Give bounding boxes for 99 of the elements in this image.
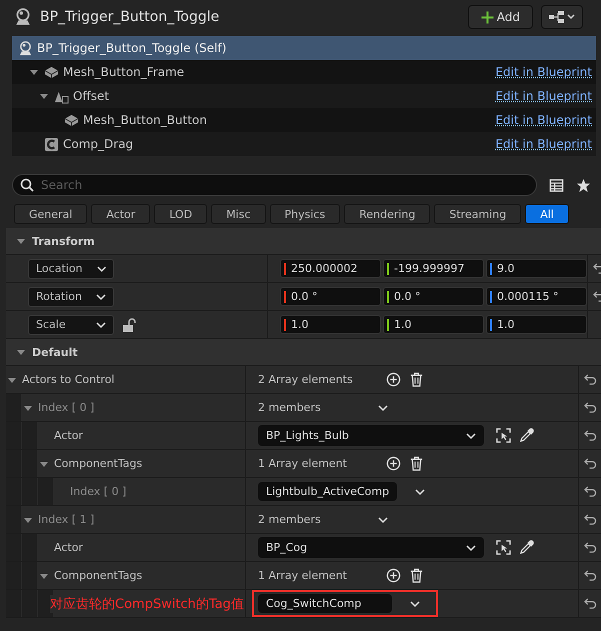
property-label: ComponentTags — [54, 569, 142, 582]
chevron-icon — [466, 432, 476, 440]
filter-tab[interactable]: Misc — [211, 204, 266, 224]
number-field[interactable]: 0.000115 ° — [486, 287, 587, 306]
lock-icon[interactable] — [122, 318, 136, 332]
edit-in-blueprint-link[interactable]: Edit in Blueprint — [495, 137, 592, 151]
section-header[interactable]: Default — [6, 339, 601, 366]
number-field[interactable]: -199.999997 — [383, 259, 484, 278]
search-field[interactable]: Search — [12, 174, 537, 196]
property-label: Index [ 0 ] — [70, 485, 126, 498]
chevron-icon[interactable] — [410, 600, 420, 608]
actor-picker[interactable]: BP_Lights_Bulb — [258, 425, 484, 446]
component-name: Comp_Drag — [63, 137, 134, 151]
filter-tab[interactable]: All — [525, 204, 569, 224]
reset-icon[interactable] — [584, 598, 596, 609]
chevron-icon[interactable] — [378, 404, 388, 412]
collapse-arrow-icon — [16, 347, 26, 357]
chevron-icon — [96, 292, 106, 300]
trash-icon[interactable] — [409, 372, 424, 387]
member-count: 2 members — [258, 401, 322, 414]
actor-picker[interactable]: BP_Cog — [258, 537, 484, 558]
add-element-icon[interactable] — [386, 372, 401, 387]
trash-icon[interactable] — [409, 568, 424, 583]
chevron-icon[interactable] — [378, 516, 388, 524]
number-field[interactable]: 1.0 — [280, 315, 381, 334]
eyedropper-icon[interactable] — [519, 540, 534, 555]
add-element-icon[interactable] — [386, 456, 401, 471]
cube-icon — [44, 64, 59, 80]
number-field[interactable]: 0.0 ° — [383, 287, 484, 306]
filter-tab[interactable]: General — [14, 204, 88, 224]
component-icon — [44, 136, 59, 152]
reset-icon[interactable] — [584, 374, 596, 385]
search-icon — [20, 178, 34, 192]
property-label: Actor — [54, 541, 83, 554]
edit-in-blueprint-link[interactable]: Edit in Blueprint — [495, 65, 592, 79]
blueprint-title: BP_Trigger_Button_Toggle — [40, 9, 220, 25]
cube-icon — [64, 112, 79, 128]
reset-icon[interactable] — [584, 570, 596, 581]
tag-field[interactable]: Cog_SwitchComp — [258, 594, 392, 613]
array-count: 1 Array element — [258, 569, 348, 582]
array-count: 1 Array element — [258, 457, 348, 470]
component-name: Mesh_Button_Frame — [63, 65, 184, 79]
chevron-icon — [466, 544, 476, 552]
expand-arrow-icon[interactable] — [39, 91, 49, 101]
reset-icon[interactable] — [584, 458, 596, 469]
star-icon[interactable] — [576, 178, 591, 192]
number-field[interactable]: 1.0 — [383, 315, 484, 334]
add-button[interactable]: Add — [468, 5, 533, 29]
edit-in-blueprint-link[interactable]: Edit in Blueprint — [495, 113, 592, 127]
plus-icon — [480, 10, 494, 24]
property-label: Index [ 1 ] — [38, 513, 94, 526]
property-label: Actors to Control — [22, 373, 114, 386]
reset-icon[interactable] — [584, 514, 596, 525]
edit-in-blueprint-link[interactable]: Edit in Blueprint — [495, 89, 592, 103]
filter-tab[interactable]: Streaming — [434, 204, 522, 224]
eyedropper-icon[interactable] — [519, 428, 534, 443]
select-in-viewport-icon[interactable] — [496, 428, 511, 443]
member-count: 2 members — [258, 513, 322, 526]
chevron-icon — [96, 264, 106, 272]
add-element-icon[interactable] — [386, 568, 401, 583]
number-field[interactable]: 250.000002 — [280, 259, 381, 278]
actor-icon — [18, 40, 33, 56]
transform-dropdown[interactable]: Rotation — [28, 286, 114, 306]
filter-tab[interactable]: Actor — [91, 204, 150, 224]
trash-icon[interactable] — [409, 456, 424, 471]
filter-tab[interactable]: Rendering — [344, 204, 430, 224]
component-name: Offset — [73, 89, 110, 103]
chevron-icon — [96, 320, 106, 328]
component-name: Mesh_Button_Button — [83, 113, 207, 127]
filter-tab[interactable]: Physics — [270, 204, 340, 224]
expand-arrow-icon[interactable] — [29, 67, 39, 77]
array-count: 2 Array elements — [258, 373, 354, 386]
tree-item[interactable]: BP_Trigger_Button_Toggle (Self) — [12, 36, 596, 60]
reset-icon[interactable] — [584, 486, 596, 497]
number-field[interactable]: 9.0 — [486, 259, 587, 278]
chevron-icon[interactable] — [415, 488, 426, 496]
tree-item[interactable]: Comp_Drag Edit in Blueprint — [12, 132, 596, 156]
number-field[interactable]: 0.0 ° — [280, 287, 381, 306]
component-name: BP_Trigger_Button_Toggle (Self) — [37, 41, 226, 55]
tag-field[interactable]: Lightbulb_ActiveComp — [258, 482, 398, 501]
annotation-note: 对应齿轮的CompSwitch的Tag值 — [50, 594, 244, 612]
collapse-arrow-icon — [16, 236, 26, 246]
section-header[interactable]: Transform — [6, 228, 601, 255]
tree-item[interactable]: Offset Edit in Blueprint — [12, 84, 596, 108]
transform-dropdown[interactable]: Location — [28, 258, 114, 278]
filter-tab[interactable]: LOD — [154, 204, 208, 224]
table-view-icon[interactable] — [549, 178, 564, 192]
actor-icon — [14, 8, 32, 26]
transform-dropdown[interactable]: Scale — [28, 314, 114, 334]
reset-icon[interactable] — [584, 542, 596, 553]
hierarchy-dropdown[interactable] — [541, 5, 583, 29]
property-label: Index [ 0 ] — [38, 401, 94, 414]
select-in-viewport-icon[interactable] — [496, 540, 511, 555]
property-label: ComponentTags — [54, 457, 142, 470]
property-label: Actor — [54, 429, 83, 442]
reset-icon[interactable] — [584, 430, 596, 441]
reset-icon[interactable] — [584, 402, 596, 413]
number-field[interactable]: 1.0 — [486, 315, 587, 334]
hierarchy-icon — [548, 10, 576, 24]
